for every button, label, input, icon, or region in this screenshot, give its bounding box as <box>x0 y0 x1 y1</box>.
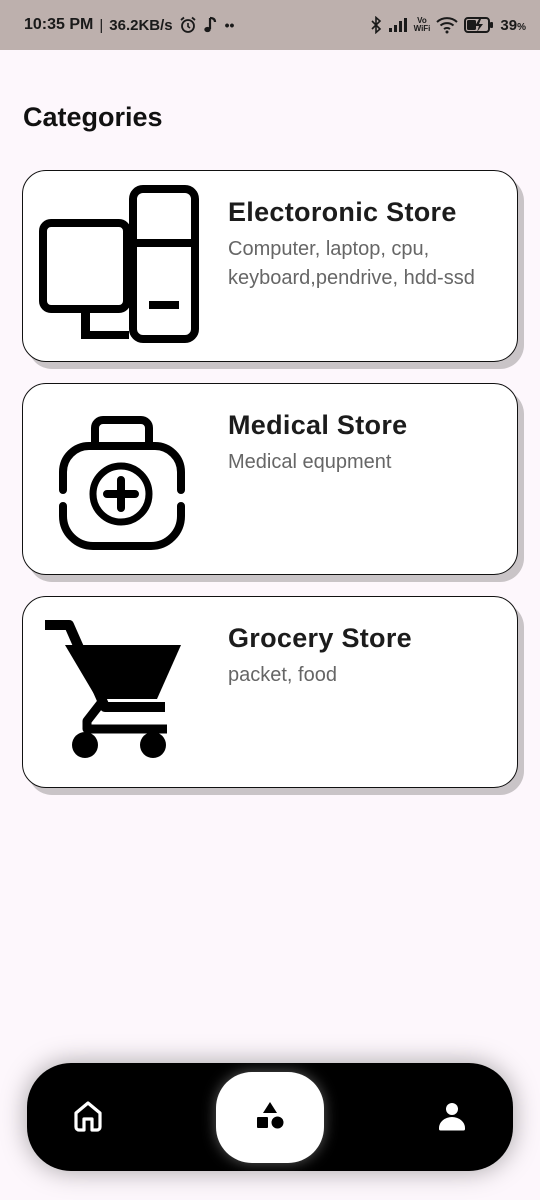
volte-bottom: WiFi <box>413 24 431 33</box>
network-speed: 36.2KB/s <box>109 16 173 34</box>
shapes-icon <box>255 1100 285 1135</box>
status-right: Vo WiFi 39% <box>370 16 526 34</box>
category-title: Grocery Store <box>228 623 412 653</box>
battery-percentage: 39% <box>500 17 526 34</box>
wifi-icon <box>436 16 459 34</box>
status-bar: 10:35 PM | 36.2KB/s •• Vo WiFi 39% <box>0 0 540 50</box>
category-title: Electoronic Store <box>228 197 457 227</box>
bottom-navigation <box>27 1063 513 1171</box>
status-separator: | <box>99 16 104 34</box>
alarm-icon <box>179 16 197 34</box>
medical-kit-icon <box>37 394 207 564</box>
category-title: Medical Store <box>228 410 408 440</box>
battery-charging-icon <box>464 16 494 34</box>
shopping-cart-icon <box>37 607 207 777</box>
page-title: Categories <box>23 102 163 132</box>
category-card-grocery[interactable]: Grocery Store packet, food <box>22 596 518 788</box>
profile-icon <box>437 1101 467 1136</box>
nav-profile-button[interactable] <box>427 1093 477 1143</box>
home-icon <box>71 1099 105 1138</box>
music-note-icon <box>203 16 219 34</box>
status-time: 10:35 PM <box>24 16 94 33</box>
category-description: Medical equpment <box>228 451 392 473</box>
status-dots: •• <box>224 17 235 33</box>
category-description: Computer, laptop, cpu, keyboard,pendrive… <box>228 238 475 289</box>
volte-wifi-label: Vo WiFi <box>414 17 431 33</box>
battery-value: 39 <box>500 16 518 34</box>
category-description: packet, food <box>228 664 337 686</box>
nav-categories-button[interactable] <box>216 1072 324 1163</box>
category-card-electronic[interactable]: Electoronic Store Computer, laptop, cpu,… <box>22 170 518 362</box>
battery-unit: % <box>517 21 526 33</box>
status-left: 10:35 PM | 36.2KB/s •• <box>24 16 234 34</box>
category-card-medical[interactable]: Medical Store Medical equpment <box>22 383 518 575</box>
nav-home-button[interactable] <box>63 1093 113 1143</box>
computer-icon <box>37 181 207 351</box>
bluetooth-icon <box>370 16 382 34</box>
signal-icon <box>388 17 408 33</box>
